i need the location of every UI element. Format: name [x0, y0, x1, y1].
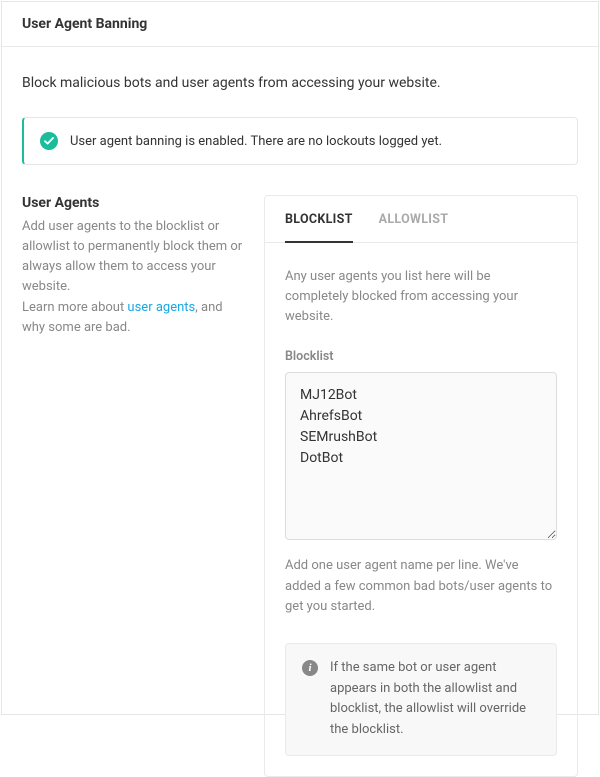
check-circle-icon — [40, 132, 58, 150]
panel-header: User Agent Banning — [2, 2, 598, 47]
infobox: i If the same bot or user agent appears … — [285, 643, 557, 756]
tab-panel-blocklist: Any user agents you list here will be co… — [265, 243, 577, 776]
infobox-text: If the same bot or user agent appears in… — [330, 658, 540, 741]
desc-line-1: Add user agents to the blocklist or allo… — [22, 219, 242, 294]
tab-allowlist[interactable]: ALLOWLIST — [379, 196, 449, 243]
learn-more-prefix: Learn more about — [22, 300, 127, 315]
blocklist-label: Blocklist — [285, 349, 557, 364]
section-description: Add user agents to the blocklist or allo… — [22, 217, 244, 338]
content-columns: User Agents Add user agents to the block… — [22, 195, 578, 777]
tab-bar: BLOCKLIST ALLOWLIST — [265, 196, 577, 243]
status-notice: User agent banning is enabled. There are… — [22, 117, 578, 165]
user-agent-banning-panel: User Agent Banning Block malicious bots … — [1, 1, 599, 715]
panel-title: User Agent Banning — [22, 16, 578, 32]
blocklist-textarea[interactable] — [285, 372, 557, 540]
info-icon: i — [302, 660, 318, 676]
blocklist-description: Any user agents you list here will be co… — [285, 267, 557, 327]
intro-text: Block malicious bots and user agents fro… — [22, 75, 578, 91]
section-sidebar: User Agents Add user agents to the block… — [22, 195, 244, 338]
blocklist-help: Add one user agent name per line. We've … — [285, 556, 557, 616]
tab-blocklist[interactable]: BLOCKLIST — [285, 196, 353, 243]
status-notice-text: User agent banning is enabled. There are… — [70, 134, 442, 149]
user-agents-link[interactable]: user agents — [127, 300, 195, 315]
section-heading: User Agents — [22, 195, 244, 211]
tabs-container: BLOCKLIST ALLOWLIST Any user agents you … — [264, 195, 578, 777]
panel-body: Block malicious bots and user agents fro… — [2, 47, 598, 777]
